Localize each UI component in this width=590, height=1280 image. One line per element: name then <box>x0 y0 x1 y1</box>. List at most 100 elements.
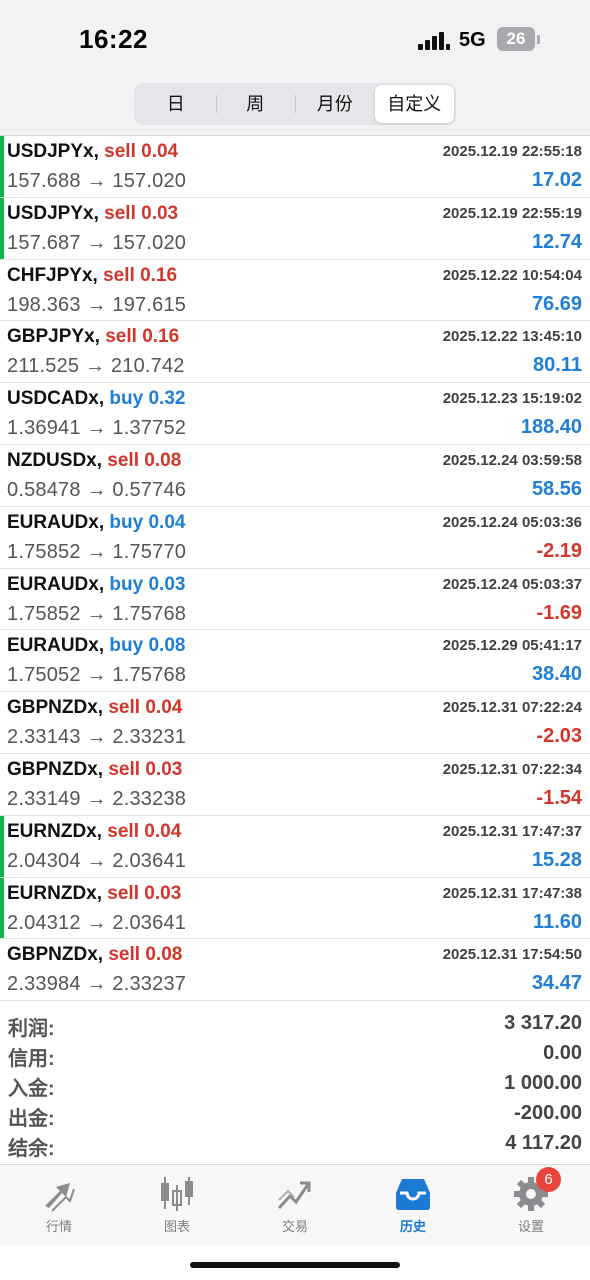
deal-profit: 58.56 <box>531 477 582 500</box>
quotes-arrows-icon <box>45 1183 75 1212</box>
deal-side: sell <box>107 820 139 842</box>
deal-title: GBPNZDx, sell 0.03 <box>7 759 182 781</box>
deal-title: EURNZDx, sell 0.04 <box>7 821 181 843</box>
deal-profit: 38.40 <box>531 663 582 686</box>
deal-volume: 0.03 <box>145 758 183 780</box>
deal-volume: 0.03 <box>144 882 182 904</box>
tab-quotes[interactable]: 行情 <box>0 1165 118 1245</box>
battery-icon: 26 <box>497 27 535 51</box>
deal-side: sell <box>103 264 135 286</box>
segment-custom[interactable]: 自定义 <box>374 85 454 123</box>
account-summary: 利润: 3 317.20 信用: 0.00 入金: 1 000.00 出金: -200.00 结… <box>0 1010 590 1160</box>
deal-row[interactable]: GBPJPYx, sell 0.16 2025.12.22 13:45:10 211… <box>0 321 590 384</box>
deal-symbol: USDJPYx, <box>7 202 99 224</box>
tab-label: 交易 <box>281 1219 308 1234</box>
deal-profit: 17.02 <box>531 169 582 191</box>
deals-list: USDJPYx, sell 0.04 2025.12.19 22:55:18 157… <box>0 136 590 1002</box>
summary-row: 利润: 3 317.20 <box>0 1010 590 1040</box>
deal-row[interactable]: CHFJPYx, sell 0.16 2025.12.22 10:54:04 198… <box>0 260 590 322</box>
deal-price: 2.33143 → 2.33231 <box>7 726 187 749</box>
deal-profit: -2.19 <box>536 539 582 562</box>
deal-row[interactable]: USDCADx, buy 0.32 2025.12.23 15:19:02 1.36… <box>0 383 590 445</box>
deal-side: sell <box>107 882 139 904</box>
deal-row[interactable]: GBPNZDx, sell 0.03 2025.12.31 07:22:34 2.3… <box>0 754 590 816</box>
deal-time: 2025.12.31 17:47:38 <box>442 884 582 902</box>
deal-price: 2.04312 → 2.03641 <box>7 911 187 934</box>
deal-row[interactable]: EURNZDx, sell 0.04 2025.12.31 17:47:37 2.0… <box>0 815 590 878</box>
candlestick-chart-icon <box>161 1177 193 1211</box>
deal-volume: 0.08 <box>144 449 182 471</box>
status-time: 16:22 <box>79 24 148 54</box>
deal-row[interactable]: EURAUDx, buy 0.03 2025.12.24 05:03:37 1.75… <box>0 569 590 631</box>
tab-trade[interactable]: 交易 <box>236 1165 354 1245</box>
deal-marker <box>0 197 4 259</box>
deal-row[interactable]: GBPNZDx, sell 0.04 2025.12.31 07:22:24 2.3… <box>0 692 590 754</box>
summary-value: -200.00 <box>514 1102 582 1124</box>
deal-side: sell <box>105 326 137 348</box>
summary-value: 1 000.00 <box>504 1072 582 1094</box>
segment-week[interactable]: 周 <box>215 85 296 123</box>
home-indicator <box>190 1262 400 1268</box>
deal-time: 2025.12.22 13:45:10 <box>442 328 582 346</box>
summary-row: 出金: -200.00 <box>0 1100 590 1130</box>
segment-month[interactable]: 月份 <box>295 85 375 123</box>
deal-row[interactable]: GBPNZDx, sell 0.08 2025.12.31 17:54:50 2.3… <box>0 939 590 1002</box>
deal-symbol: GBPNZDx, <box>7 758 104 780</box>
deal-price: 1.75852 → 1.75768 <box>7 602 187 625</box>
deal-symbol: GBPNZDx, <box>7 697 104 719</box>
battery-tip <box>537 35 540 44</box>
tab-settings[interactable]: 6 设置 <box>472 1165 590 1245</box>
summary-label: 入金: <box>8 1078 55 1100</box>
deal-side: buy <box>109 635 144 657</box>
deal-row[interactable]: USDJPYx, sell 0.03 2025.12.19 22:55:19 157… <box>0 197 590 260</box>
deal-time: 2025.12.31 17:47:37 <box>442 822 582 840</box>
deal-volume: 0.16 <box>140 264 178 286</box>
deal-time: 2025.12.29 05:41:17 <box>442 637 582 655</box>
tab-label: 历史 <box>399 1219 426 1234</box>
deal-time: 2025.12.24 05:03:37 <box>442 575 582 593</box>
deal-profit: 15.28 <box>531 848 582 871</box>
deal-side: sell <box>108 697 141 719</box>
deal-price: 2.33984 → 2.33237 <box>7 973 187 996</box>
deal-row[interactable]: NZDUSDx, sell 0.08 2025.12.24 03:59:58 0.5… <box>0 445 590 507</box>
summary-label: 信用: <box>8 1048 55 1070</box>
deal-profit: -2.03 <box>536 725 582 748</box>
deal-title: GBPNZDx, sell 0.04 <box>7 697 182 719</box>
deal-symbol: CHFJPYx, <box>7 264 98 286</box>
summary-value: 0.00 <box>543 1042 582 1064</box>
tab-history[interactable]: 历史 <box>354 1165 472 1245</box>
deal-time: 2025.12.31 07:22:24 <box>442 699 582 717</box>
deal-row[interactable]: EURAUDx, buy 0.04 2025.12.24 05:03:36 1.75… <box>0 507 590 569</box>
deal-title: GBPJPYx, sell 0.16 <box>7 326 179 348</box>
deal-title: GBPNZDx, sell 0.08 <box>7 944 182 966</box>
deal-price: 2.33149 → 2.33238 <box>7 787 187 810</box>
deal-side: sell <box>104 202 136 224</box>
deal-side: sell <box>108 758 141 780</box>
deal-profit: 76.69 <box>531 292 582 315</box>
deal-profit: 12.74 <box>531 230 582 253</box>
period-filter-bar: 日 周 月份 自定义 <box>0 80 590 136</box>
cellular-signal-icon <box>418 30 452 50</box>
deal-title: EURAUDx, buy 0.04 <box>7 512 185 534</box>
deal-row[interactable]: USDJPYx, sell 0.04 2025.12.19 22:55:18 157… <box>0 136 590 198</box>
bottom-tab-bar: 行情 图表 交易 历史 6 设置 <box>0 1165 590 1245</box>
deal-row[interactable]: EURAUDx, buy 0.08 2025.12.29 05:41:17 1.75… <box>0 630 590 693</box>
deal-title: USDJPYx, sell 0.03 <box>7 203 178 225</box>
summary-row: 入金: 1 000.00 <box>0 1070 590 1100</box>
segment-day[interactable]: 日 <box>136 85 216 123</box>
period-segmented-control: 日 周 月份 自定义 <box>134 83 456 125</box>
tab-charts[interactable]: 图表 <box>118 1165 236 1245</box>
deal-side: sell <box>107 449 139 471</box>
deal-symbol: EURNZDx, <box>7 820 103 842</box>
deal-symbol: NZDUSDx, <box>7 449 103 471</box>
tab-label: 行情 <box>45 1219 72 1234</box>
deal-marker <box>0 136 4 197</box>
deal-symbol: EURAUDx, <box>7 511 105 533</box>
deal-price: 211.525 → 210.742 <box>7 355 185 378</box>
deal-profit: 34.47 <box>531 972 582 995</box>
summary-label: 出金: <box>8 1108 55 1130</box>
deal-row[interactable]: EURNZDx, sell 0.03 2025.12.31 17:47:38 2.0… <box>0 877 590 940</box>
deal-price: 2.04304 → 2.03641 <box>7 849 187 872</box>
summary-row: 结余: 4 117.20 <box>0 1130 590 1160</box>
deal-price: 198.363 → 197.615 <box>7 293 187 316</box>
